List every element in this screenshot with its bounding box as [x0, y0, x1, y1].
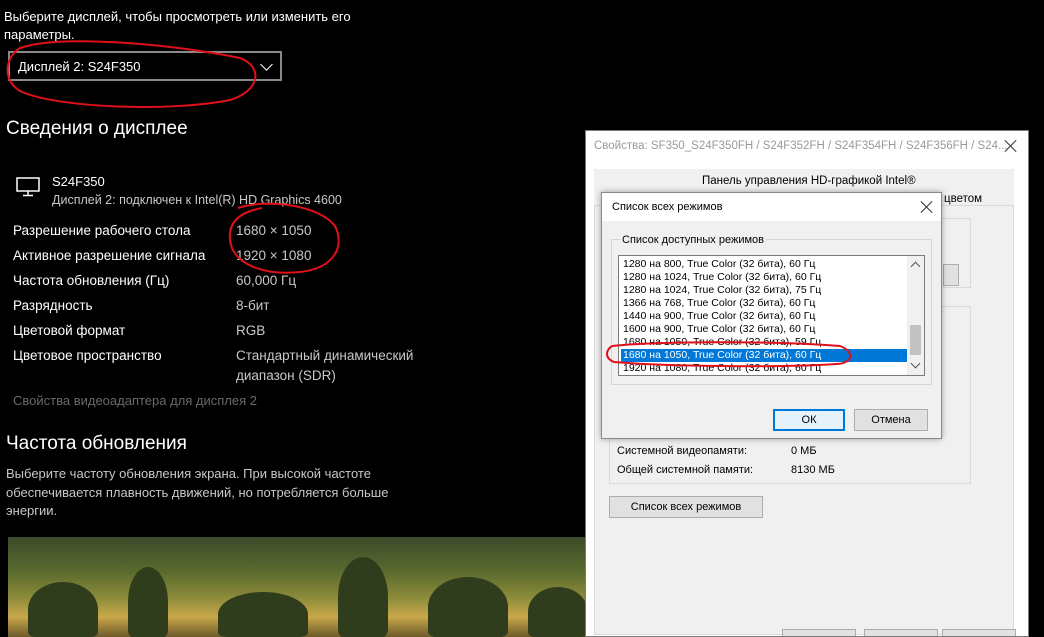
monitor-connection: Дисплей 2: подключен к Intel(R) HD Graph…	[52, 193, 342, 207]
display-info-heading: Сведения о дисплее	[6, 118, 188, 139]
props-cancel-button[interactable]	[864, 629, 938, 636]
display-select[interactable]: Дисплей 2: S24F350	[8, 51, 282, 81]
properties-button[interactable]	[943, 264, 959, 286]
list-item[interactable]: 1600 на 900, True Color (32 бита), 60 Гц	[621, 323, 911, 336]
tab-intel-hd-graphics[interactable]: Панель управления HD-графикой Intel®	[702, 175, 916, 187]
scroll-up-icon[interactable]	[910, 261, 921, 272]
tab-color-management[interactable]: цветом	[944, 193, 982, 205]
ok-button[interactable]: ОК	[773, 409, 845, 431]
color-format-label: Цветовой формат	[13, 323, 126, 338]
desktop-resolution-label: Разрешение рабочего стола	[13, 223, 191, 238]
list-item[interactable]: 1680 на 1050, True Color (32 бита), 59 Г…	[621, 336, 911, 349]
properties-titlebar: Свойства: SF350_S24F350FH / S24F352FH / …	[586, 131, 1028, 161]
list-item[interactable]: 1280 на 1024, True Color (32 бита), 60 Г…	[621, 271, 911, 284]
close-icon[interactable]	[1004, 139, 1018, 153]
system-video-memory-label: Системной видеопамяти:	[617, 445, 748, 457]
color-space-value-line-2: диапазон (SDR)	[236, 368, 336, 383]
choose-display-line-1: Выберите дисплей, чтобы просмотреть или …	[4, 9, 351, 24]
refresh-desc-line-2: обеспечивается плавность движений, но по…	[6, 484, 389, 500]
cancel-button[interactable]: Отмена	[854, 409, 928, 431]
adapter-properties-link[interactable]: Свойства видеоадаптера для дисплея 2	[13, 393, 257, 408]
modes-listbox[interactable]: 1280 на 800, True Color (32 бита), 60 Гц…	[618, 255, 925, 376]
total-system-memory-label: Общей системной памяти:	[617, 464, 754, 476]
list-item[interactable]: 1280 на 1024, True Color (32 бита), 75 Г…	[621, 284, 911, 297]
all-modes-dialog: Список всех режимов Список доступных реж…	[601, 192, 942, 439]
properties-title: Свойства: SF350_S24F350FH / S24F352FH / …	[594, 140, 1008, 152]
refresh-desc-line-3: энергии.	[6, 503, 58, 518]
refresh-rate-label: Частота обновления (Гц)	[13, 273, 170, 288]
modes-title: Список всех режимов	[612, 201, 723, 213]
desktop-wallpaper	[8, 537, 594, 637]
active-signal-resolution-value: 1920 × 1080	[236, 248, 312, 263]
total-system-memory-value: 8130 МБ	[791, 464, 835, 476]
list-item[interactable]: 1280 на 800, True Color (32 бита), 60 Гц	[621, 258, 911, 271]
chevron-down-icon	[260, 58, 273, 71]
display-select-value: Дисплей 2: S24F350	[18, 58, 141, 74]
scroll-thumb[interactable]	[910, 325, 921, 355]
props-ok-button[interactable]	[782, 629, 856, 636]
bit-depth-label: Разрядность	[13, 298, 93, 313]
refresh-rate-description: Выберите частоту обновления экрана. При …	[6, 465, 388, 521]
color-space-label: Цветовое пространство	[13, 348, 162, 363]
color-space-value: Стандартный динамический	[236, 348, 414, 363]
props-apply-button[interactable]	[942, 629, 1016, 636]
color-format-value: RGB	[236, 323, 266, 338]
system-video-memory-value: 0 МБ	[791, 445, 817, 457]
choose-display-text: Выберите дисплей, чтобы просмотреть или …	[4, 8, 424, 44]
list-all-modes-button[interactable]: Список всех режимов	[609, 496, 763, 518]
refresh-rate-value: 60,000 Гц	[236, 273, 297, 288]
list-item-selected[interactable]: 1680 на 1050, True Color (32 бита), 60 Г…	[621, 349, 911, 362]
refresh-desc-line-1: Выберите частоту обновления экрана. При …	[6, 466, 371, 481]
scroll-down-icon[interactable]	[910, 358, 921, 369]
active-signal-resolution-label: Активное разрешение сигнала	[13, 248, 206, 263]
choose-display-line-2: параметры.	[4, 27, 75, 42]
modes-titlebar: Список всех режимов	[602, 193, 941, 221]
bit-depth-value: 8-бит	[236, 298, 270, 313]
list-item[interactable]: 1440 на 900, True Color (32 бита), 60 Гц	[621, 310, 911, 323]
list-item[interactable]: 1920 на 1080, True Color (32 бита), 60 Г…	[621, 362, 911, 375]
refresh-rate-heading: Частота обновления	[6, 433, 187, 454]
close-icon[interactable]	[920, 200, 934, 214]
desktop-resolution-value: 1680 × 1050	[236, 223, 312, 238]
available-modes-label: Список доступных режимов	[620, 234, 766, 246]
monitor-icon	[16, 177, 40, 197]
modes-scrollbar[interactable]	[907, 256, 924, 375]
list-item[interactable]: 1366 на 768, True Color (32 бита), 60 Гц	[621, 297, 911, 310]
monitor-name: S24F350	[52, 174, 105, 189]
